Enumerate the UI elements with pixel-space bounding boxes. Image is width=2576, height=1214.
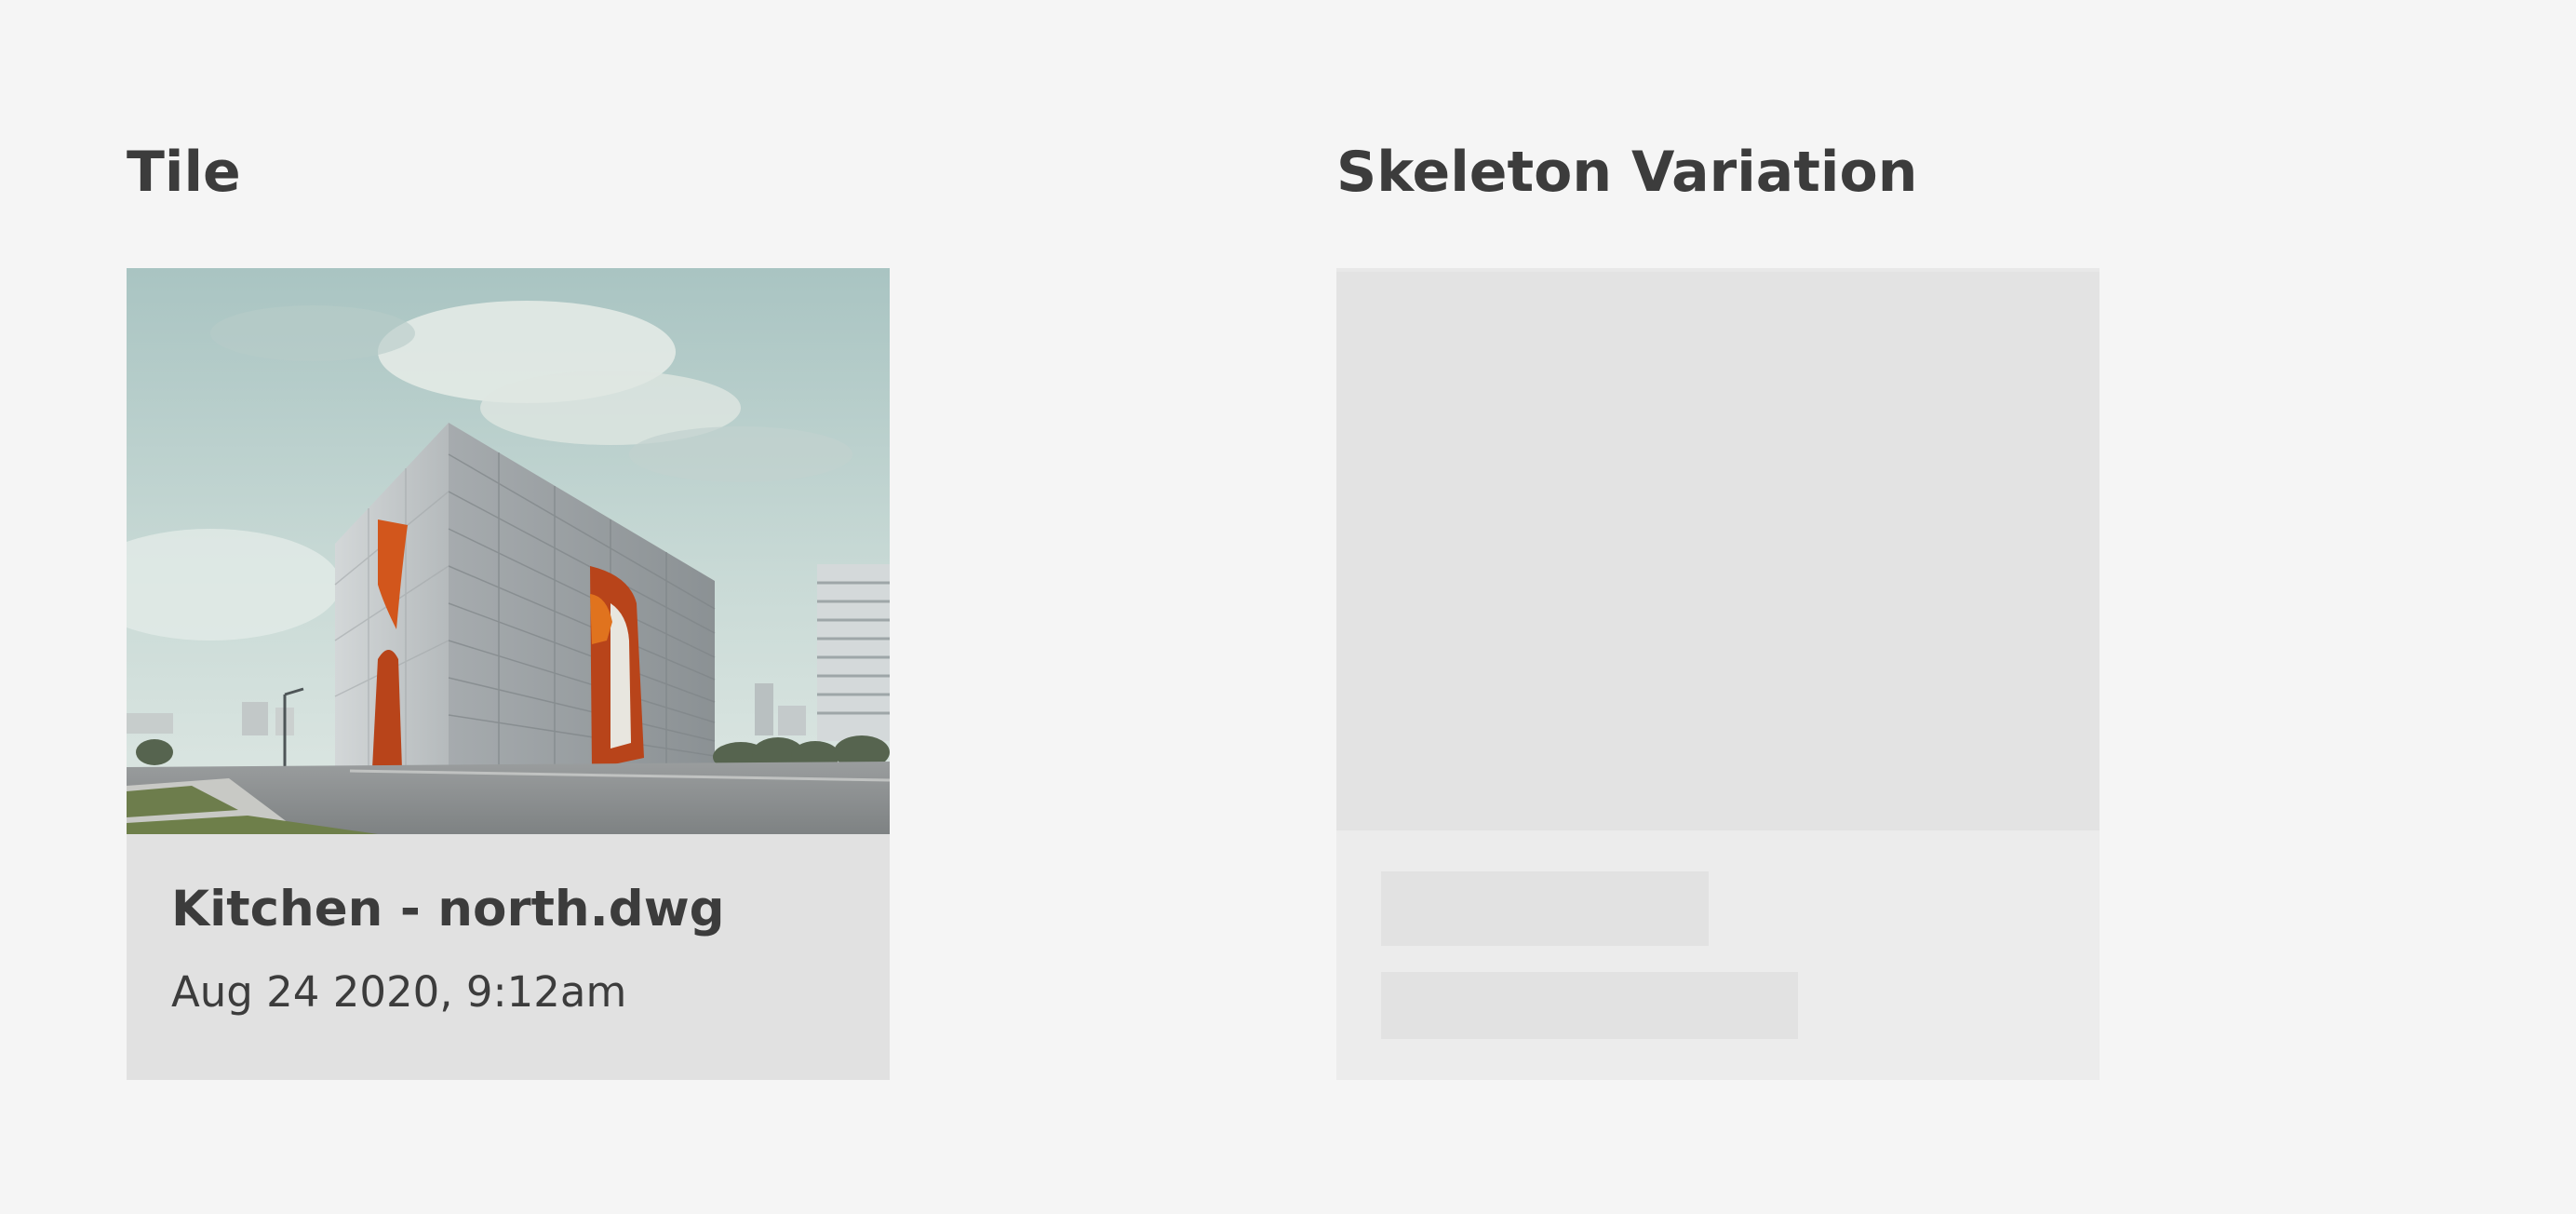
tile-section-title: Tile xyxy=(127,140,241,205)
skeleton-date-placeholder xyxy=(1381,972,1798,1039)
building-photo-icon xyxy=(127,268,890,834)
skeleton-thumbnail-placeholder xyxy=(1336,272,2100,830)
tile-thumbnail xyxy=(127,268,890,834)
skeleton-tile xyxy=(1336,268,2100,1080)
tile-date: Aug 24 2020, 9:12am xyxy=(171,967,627,1017)
skeleton-title-placeholder xyxy=(1381,871,1709,946)
skeleton-section-title: Skeleton Variation xyxy=(1336,140,1918,205)
tile-file-name: Kitchen - north.dwg xyxy=(171,881,725,937)
file-tile[interactable]: Kitchen - north.dwg Aug 24 2020, 9:12am xyxy=(127,268,890,1080)
